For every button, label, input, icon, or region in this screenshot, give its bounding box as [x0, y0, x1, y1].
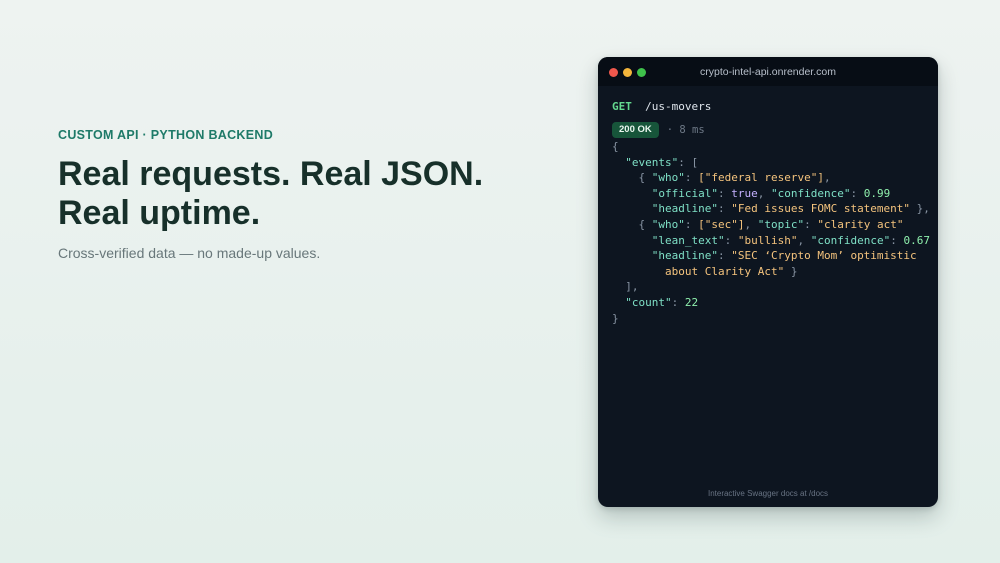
json-line: { "who": ["sec"], "topic": "clarity act" — [612, 217, 938, 233]
json-string: ["federal reserve"] — [698, 171, 824, 185]
json-punctuation: : — [717, 186, 732, 200]
response-code-area: GET /us-movers 200 OK · 8 ms { "events":… — [612, 99, 938, 326]
request-path: /us-movers — [645, 100, 712, 113]
eyebrow-label: CUSTOM API · PYTHON BACKEND — [58, 128, 274, 142]
json-line: } — [612, 311, 938, 327]
json-line: "headline": "SEC ‘Crypto Mom’ optimistic — [612, 248, 938, 264]
headline-line-1: Real requests. Real JSON. — [58, 155, 484, 193]
json-punctuation: : [ — [678, 155, 699, 169]
json-key: "lean_text" — [651, 233, 725, 247]
json-punctuation: ], — [625, 280, 639, 294]
json-line: "official": true, "confidence": 0.99 — [612, 186, 938, 202]
json-number: 0.67 — [903, 233, 930, 247]
json-punctuation: }, — [910, 202, 930, 216]
json-line: ], — [612, 279, 938, 295]
request-line: GET /us-movers — [612, 99, 938, 115]
json-string: "clarity act" — [817, 217, 904, 231]
terminal-titlebar: crypto-intel-api.onrender.com — [598, 57, 938, 86]
json-punctuation: : — [890, 233, 904, 247]
http-method: GET — [612, 100, 632, 113]
json-key: "events" — [625, 155, 679, 169]
json-string: about Clarity Act" — [664, 264, 785, 278]
json-punctuation: { — [638, 217, 652, 231]
json-punctuation: , — [797, 233, 811, 247]
json-punctuation: : — [717, 202, 732, 216]
json-punctuation: { — [612, 140, 619, 153]
json-boolean: true — [731, 186, 758, 200]
json-line: "lean_text": "bullish", "confidence": 0.… — [612, 233, 938, 249]
json-line: { "who": ["federal reserve"], — [612, 170, 938, 186]
json-key: "who" — [651, 217, 685, 231]
json-response-body: { "events": [ { "who": ["federal reserve… — [612, 139, 938, 326]
json-line: { — [612, 139, 938, 155]
json-line: "headline": "Fed issues FOMC statement" … — [612, 201, 938, 217]
json-key: "confidence" — [810, 233, 891, 247]
json-punctuation: : — [850, 186, 864, 200]
json-key: "topic" — [757, 217, 805, 231]
headline: Real requests. Real JSON. Real uptime. — [58, 155, 528, 233]
status-row: 200 OK · 8 ms — [612, 122, 938, 138]
status-badge: 200 OK — [612, 122, 659, 138]
json-punctuation: , — [744, 217, 758, 231]
json-punctuation: } — [612, 311, 619, 325]
json-string: ["sec"] — [698, 217, 745, 231]
latency-label: · 8 ms — [666, 124, 705, 136]
subtitle: Cross-verified data — no made-up values. — [58, 245, 321, 261]
json-line: about Clarity Act" } — [612, 264, 938, 280]
api-host-label: crypto-intel-api.onrender.com — [700, 66, 836, 78]
json-number: 0.99 — [863, 186, 891, 200]
json-punctuation: , — [757, 186, 771, 200]
json-punctuation: : — [717, 249, 732, 263]
json-punctuation: , — [823, 171, 831, 185]
json-string: "SEC ‘Crypto Mom’ optimistic — [731, 249, 917, 263]
json-punctuation: { — [638, 171, 652, 185]
json-punctuation: } — [784, 264, 798, 278]
hero-section: CUSTOM API · PYTHON BACKEND Real request… — [58, 128, 528, 261]
json-punctuation: : — [804, 217, 818, 231]
json-key: "count" — [625, 295, 672, 309]
json-key: "headline" — [651, 249, 718, 263]
api-terminal-window: crypto-intel-api.onrender.com GET /us-mo… — [598, 57, 938, 507]
json-string: "bullish" — [737, 233, 798, 247]
json-punctuation: : — [671, 295, 685, 309]
json-key: "who" — [651, 171, 685, 185]
json-key: "confidence" — [770, 186, 851, 200]
json-punctuation: : — [724, 233, 738, 247]
swagger-docs-note: Interactive Swagger docs at /docs — [707, 489, 829, 498]
json-line: "events": [ — [612, 155, 938, 171]
json-key: "headline" — [651, 202, 718, 216]
json-line: "count": 22 — [612, 295, 938, 311]
json-punctuation: : — [684, 217, 699, 231]
json-number: 22 — [684, 295, 699, 309]
json-punctuation: : — [684, 171, 699, 185]
json-string: "Fed issues FOMC statement" — [731, 202, 911, 216]
headline-line-2: Real uptime. — [58, 194, 261, 232]
json-key: "official" — [651, 186, 718, 200]
